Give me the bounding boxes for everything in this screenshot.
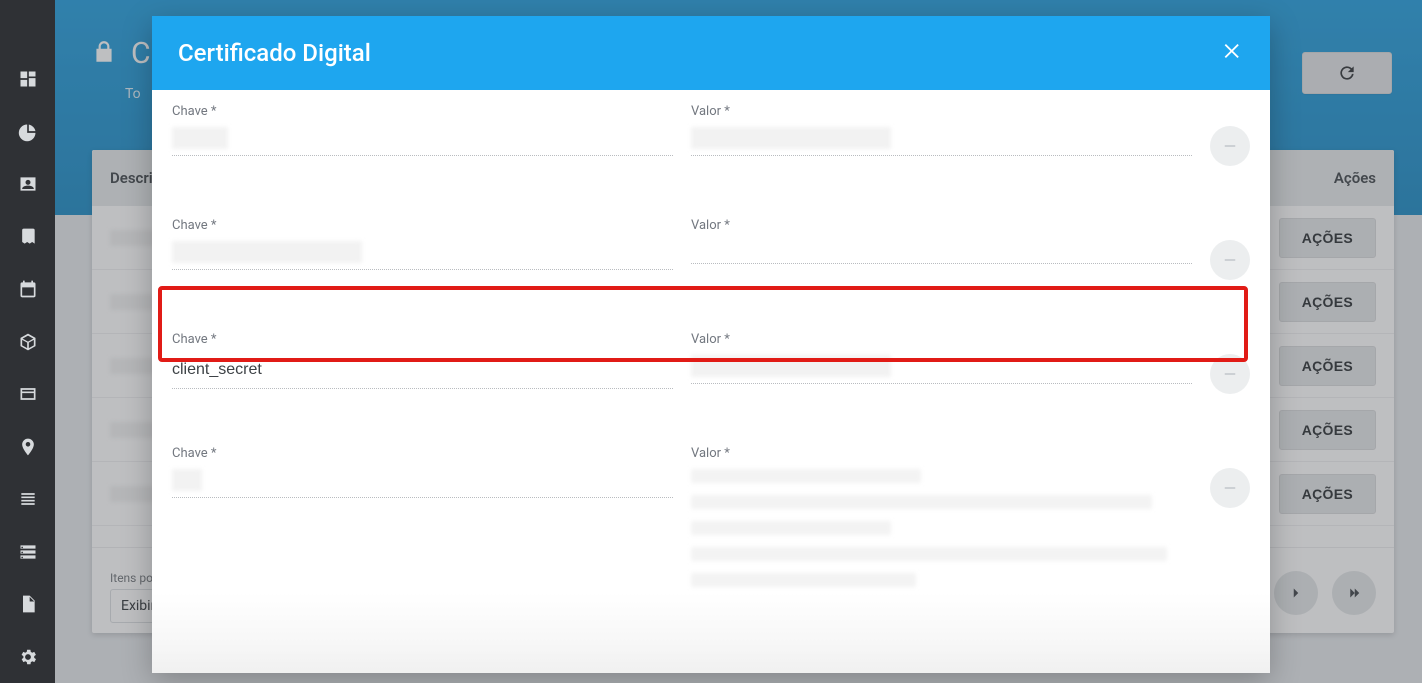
remove-row-button[interactable] — [1210, 354, 1250, 394]
chave-label: Chave * — [172, 332, 673, 347]
pin-icon[interactable] — [0, 420, 55, 473]
valor-multiline — [691, 469, 1192, 595]
modal-body: Chave * Valor * Chave * Valor * — [152, 90, 1270, 673]
pie-icon[interactable] — [0, 105, 55, 158]
modal-header: Certificado Digital — [152, 16, 1270, 90]
dashboard-icon[interactable] — [0, 53, 55, 106]
remove-row-button[interactable] — [1210, 126, 1250, 166]
remove-row-button[interactable] — [1210, 468, 1250, 508]
payment-icon[interactable] — [0, 368, 55, 421]
kv-row: Chave * Valor * — [164, 90, 1258, 174]
cube-icon[interactable] — [0, 315, 55, 368]
book-icon[interactable] — [0, 210, 55, 263]
kv-row: Chave * Valor * — [164, 432, 1258, 603]
calendar-icon[interactable] — [0, 263, 55, 316]
valor-label: Valor * — [691, 218, 1192, 233]
sidebar — [0, 0, 55, 683]
storage-icon[interactable] — [0, 525, 55, 578]
settings-icon[interactable] — [0, 630, 55, 683]
list-icon[interactable] — [0, 473, 55, 526]
chave-label: Chave * — [172, 104, 673, 119]
close-icon[interactable] — [1222, 40, 1244, 66]
chave-label: Chave * — [172, 218, 673, 233]
chave-input[interactable] — [172, 355, 673, 389]
file-icon[interactable] — [0, 578, 55, 631]
account-icon[interactable] — [0, 158, 55, 211]
remove-row-button[interactable] — [1210, 240, 1250, 280]
modal-certificado-digital: Certificado Digital Chave * Valor * Chav… — [152, 16, 1270, 673]
valor-label: Valor * — [691, 446, 1192, 461]
kv-row-client-secret: Chave * Valor * — [164, 318, 1258, 402]
chave-label: Chave * — [172, 446, 673, 461]
valor-label: Valor * — [691, 332, 1192, 347]
valor-label: Valor * — [691, 104, 1192, 119]
modal-title: Certificado Digital — [178, 39, 371, 67]
kv-row: Chave * Valor * — [164, 204, 1258, 288]
